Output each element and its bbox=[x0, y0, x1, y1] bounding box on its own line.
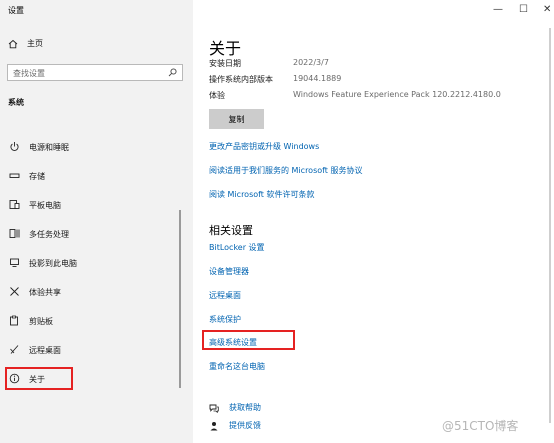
projecting-icon bbox=[10, 258, 19, 267]
feedback-link[interactable]: 提供反馈 bbox=[209, 420, 261, 431]
feedback-person-icon bbox=[210, 421, 218, 430]
search-placeholder: 查找设置 bbox=[13, 69, 45, 78]
rename-pc-link[interactable]: 重命名这台电脑 bbox=[209, 361, 265, 372]
power-icon bbox=[10, 142, 19, 151]
license-terms-link[interactable]: 阅读 Microsoft 软件许可条款 bbox=[209, 189, 315, 200]
sidebar-item-label: 平板电脑 bbox=[29, 201, 61, 210]
home-icon bbox=[8, 39, 18, 48]
chat-help-icon bbox=[209, 404, 219, 413]
spec-value: 19044.1889 bbox=[293, 74, 342, 83]
shared-experiences-icon bbox=[10, 287, 19, 296]
sidebar-item-label: 投影到此电脑 bbox=[29, 259, 77, 268]
sidebar-item-power[interactable]: 电源和睡眠 bbox=[0, 136, 193, 158]
spec-value: 2022/3/7 bbox=[293, 58, 329, 67]
sidebar-scrollbar[interactable] bbox=[179, 210, 181, 388]
sidebar-item-remote-desktop[interactable]: 远程桌面 bbox=[0, 339, 193, 361]
search-input[interactable]: 查找设置 bbox=[7, 64, 183, 81]
remote-desktop-icon bbox=[10, 345, 19, 354]
about-highlight-box bbox=[5, 367, 73, 390]
advanced-settings-highlight-box bbox=[202, 330, 295, 350]
multitasking-icon bbox=[9, 229, 20, 238]
storage-icon bbox=[9, 173, 20, 178]
home-label: 主页 bbox=[27, 39, 43, 48]
spec-key: 操作系统内部版本 bbox=[209, 75, 273, 84]
content-scrollbar[interactable] bbox=[549, 28, 551, 423]
sidebar-item-shared-experiences[interactable]: 体验共享 bbox=[0, 281, 193, 303]
tablet-icon bbox=[9, 200, 20, 209]
service-agreement-link[interactable]: 阅读适用于我们服务的 Microsoft 服务协议 bbox=[209, 165, 363, 176]
change-product-key-link[interactable]: 更改产品密钥或升级 Windows bbox=[209, 141, 319, 152]
close-button[interactable]: ✕ bbox=[543, 4, 551, 15]
feedback-label: 提供反馈 bbox=[229, 421, 261, 430]
get-help-label: 获取帮助 bbox=[229, 403, 261, 412]
spec-key: 体验 bbox=[209, 91, 225, 100]
minimize-button[interactable]: — bbox=[493, 4, 503, 15]
device-manager-link[interactable]: 设备管理器 bbox=[209, 266, 249, 277]
copy-button[interactable]: 复制 bbox=[209, 109, 264, 129]
sidebar-item-multitasking[interactable]: 多任务处理 bbox=[0, 223, 193, 245]
sidebar-item-label: 电源和睡眠 bbox=[29, 143, 69, 152]
sidebar-item-tablet[interactable]: 平板电脑 bbox=[0, 194, 193, 216]
home-nav-item[interactable]: 主页 bbox=[8, 38, 43, 49]
system-protection-link[interactable]: 系统保护 bbox=[209, 314, 241, 325]
watermark: @51CTO博客 bbox=[442, 419, 519, 433]
search-icon[interactable] bbox=[168, 68, 177, 77]
maximize-button[interactable]: ☐ bbox=[519, 4, 528, 15]
sidebar: 设置 主页 查找设置 系统 电源和睡眠 存储 平板电脑 多任务处理 投影到此电脑… bbox=[0, 0, 193, 443]
section-title: 系统 bbox=[8, 98, 24, 107]
sidebar-item-label: 体验共享 bbox=[29, 288, 61, 297]
sidebar-item-label: 多任务处理 bbox=[29, 230, 69, 239]
sidebar-item-projecting[interactable]: 投影到此电脑 bbox=[0, 252, 193, 274]
window-title: 设置 bbox=[8, 6, 24, 15]
clipboard-icon bbox=[10, 315, 18, 326]
sidebar-item-label: 剪贴板 bbox=[29, 317, 53, 326]
sidebar-item-label: 存储 bbox=[29, 172, 45, 181]
spec-key: 安装日期 bbox=[209, 59, 241, 68]
related-settings-title: 相关设置 bbox=[209, 224, 253, 237]
sidebar-item-label: 远程桌面 bbox=[29, 346, 61, 355]
page-title: 关于 bbox=[209, 39, 242, 58]
spec-value: Windows Feature Experience Pack 120.2212… bbox=[293, 90, 501, 99]
sidebar-item-clipboard[interactable]: 剪贴板 bbox=[0, 310, 193, 332]
get-help-link[interactable]: 获取帮助 bbox=[209, 402, 261, 413]
sidebar-item-storage[interactable]: 存储 bbox=[0, 165, 193, 187]
bitlocker-settings-link[interactable]: BitLocker 设置 bbox=[209, 242, 265, 253]
remote-desktop-link[interactable]: 远程桌面 bbox=[209, 290, 241, 301]
